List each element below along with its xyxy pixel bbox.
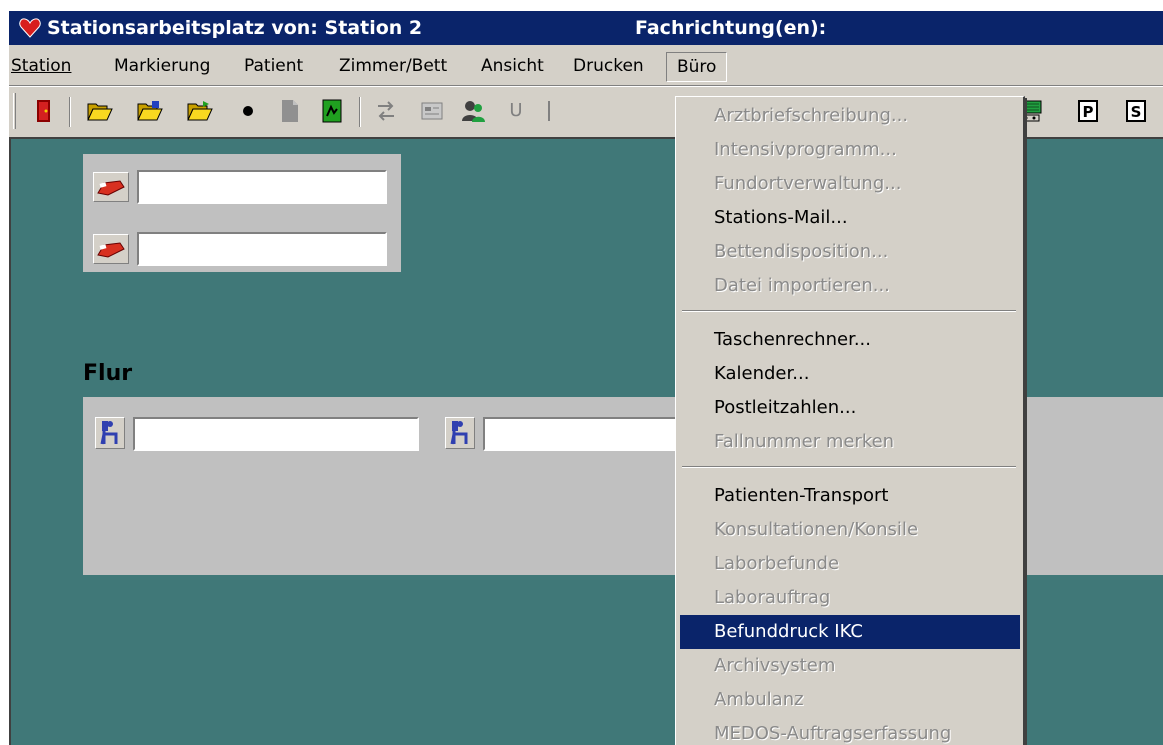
menu-markierung[interactable]: Markierung [114,55,210,79]
bed-panel [83,154,401,272]
heart-app-icon [19,18,41,38]
menu-item-stations-mail[interactable]: Stations-Mail... [680,201,1020,235]
s-icon[interactable]: S [1123,98,1149,124]
menu-item-ambulanz[interactable]: Ambulanz [680,683,1020,717]
menu-buero[interactable]: Büro [666,52,728,82]
arrows-icon[interactable] [373,98,399,124]
fachrichtung-label: Fachrichtung(en): [635,17,827,39]
exit-icon[interactable] [31,98,57,124]
buero-dropdown-menu: Arztbriefschreibung... Intensivprogramm.… [675,96,1025,745]
document-icon[interactable] [277,98,303,124]
menu-item-kalender[interactable]: Kalender... [680,357,1020,391]
toolbar-separator [359,97,361,127]
menu-station[interactable]: Station [11,55,71,79]
menu-item-label: Postleitzahlen... [714,397,857,418]
menu-item-label: Kalender... [714,363,810,384]
menu-item-label: Laborauftrag [714,587,831,608]
window-title: Stationsarbeitsplatz von: Station 2 [47,17,423,39]
dot-icon[interactable] [235,98,261,124]
menu-item-label: Archivsystem [714,655,836,676]
menu-item-fundortverwaltung[interactable]: Fundortverwaltung... [680,167,1020,201]
flur-field-1[interactable] [133,417,419,451]
menu-item-laborbefunde[interactable]: Laborbefunde [680,547,1020,581]
menu-markierung-label: Markierung [114,56,211,76]
menu-item-taschenrechner[interactable]: Taschenrechner... [680,323,1020,357]
menu-item-label: Patienten-Transport [714,485,889,506]
menu-item-medos-auftragserfassung[interactable]: MEDOS-Auftragserfassung [680,717,1020,745]
menu-buero-label: Büro [677,57,717,77]
menu-item-label: Intensivprogramm... [714,139,897,160]
open-folder-green-icon[interactable] [187,98,213,124]
menu-item-label: MEDOS-Auftragserfassung [714,723,952,744]
menu-item-konsultationen[interactable]: Konsultationen/Konsile [680,513,1020,547]
menu-item-bettendisposition[interactable]: Bettendisposition... [680,235,1020,269]
menu-patient[interactable]: Patient [244,55,303,79]
menu-item-label: Laborbefunde [714,553,840,574]
blank-icon[interactable] [541,98,567,124]
menu-item-archivsystem[interactable]: Archivsystem [680,649,1020,683]
menu-item-label: Taschenrechner... [714,329,871,350]
menubar-divider [9,85,1163,87]
menu-item-label: Stations-Mail... [714,207,848,228]
menu-zimmer-bett-label: Zimmer/Bett [339,56,448,76]
menu-item-laborauftrag[interactable]: Laborauftrag [680,581,1020,615]
menu-bar: Station Markierung Patient Zimmer/Bett A… [9,47,1163,85]
menu-item-label: Fundortverwaltung... [714,173,902,194]
chair-icon[interactable] [95,417,125,449]
toolbar-grip[interactable] [13,93,16,129]
people-icon[interactable] [461,98,487,124]
menu-item-label: Bettendisposition... [714,241,889,262]
menu-item-befunddruck-ikc[interactable]: Befunddruck IKC [680,615,1020,649]
menu-item-arztbriefschreibung[interactable]: Arztbriefschreibung... [680,99,1020,133]
app-window: Stationsarbeitsplatz von: Station 2 Fach… [9,11,1163,745]
bed-field-1[interactable] [137,170,387,204]
u-icon[interactable]: U [503,98,529,124]
bed-field-2[interactable] [137,232,387,266]
open-folder-blue-icon[interactable] [137,98,163,124]
menu-item-postleitzahlen[interactable]: Postleitzahlen... [680,391,1020,425]
menu-station-label: Station [11,56,72,76]
menu-item-patienten-transport[interactable]: Patienten-Transport [680,479,1020,513]
menu-item-fallnummer-merken[interactable]: Fallnummer merken [680,425,1020,459]
bed-icon[interactable] [93,172,129,202]
svg-text:P: P [1083,103,1094,121]
menu-item-label: Datei importieren... [714,275,890,296]
menu-item-label: Konsultationen/Konsile [714,519,919,540]
menu-zimmer-bett[interactable]: Zimmer/Bett [339,55,447,79]
menu-patient-label: Patient [244,56,304,76]
p-icon[interactable]: P [1075,98,1101,124]
bed-icon[interactable] [93,234,129,264]
menu-ansicht-label: Ansicht [481,56,544,76]
title-bar: Stationsarbeitsplatz von: Station 2 Fach… [9,11,1163,45]
menu-separator [682,310,1016,312]
menu-item-label: Befunddruck IKC [714,621,863,642]
menu-item-label: Arztbriefschreibung... [714,105,909,126]
chair-icon[interactable] [445,417,475,449]
menu-item-intensivprogramm[interactable]: Intensivprogramm... [680,133,1020,167]
menu-item-label: Fallnummer merken [714,431,895,452]
menu-item-label: Ambulanz [714,689,804,710]
toolbar-separator [69,97,71,127]
open-folder-icon[interactable] [87,98,113,124]
card-icon[interactable] [419,98,445,124]
menu-item-datei-importieren[interactable]: Datei importieren... [680,269,1020,303]
menu-drucken-label: Drucken [573,56,644,76]
menu-drucken[interactable]: Drucken [573,55,644,79]
green-document-icon[interactable] [319,98,345,124]
flur-label: Flur [83,361,133,386]
menu-separator [682,466,1016,468]
svg-text:S: S [1131,103,1142,121]
menu-ansicht[interactable]: Ansicht [481,55,544,79]
